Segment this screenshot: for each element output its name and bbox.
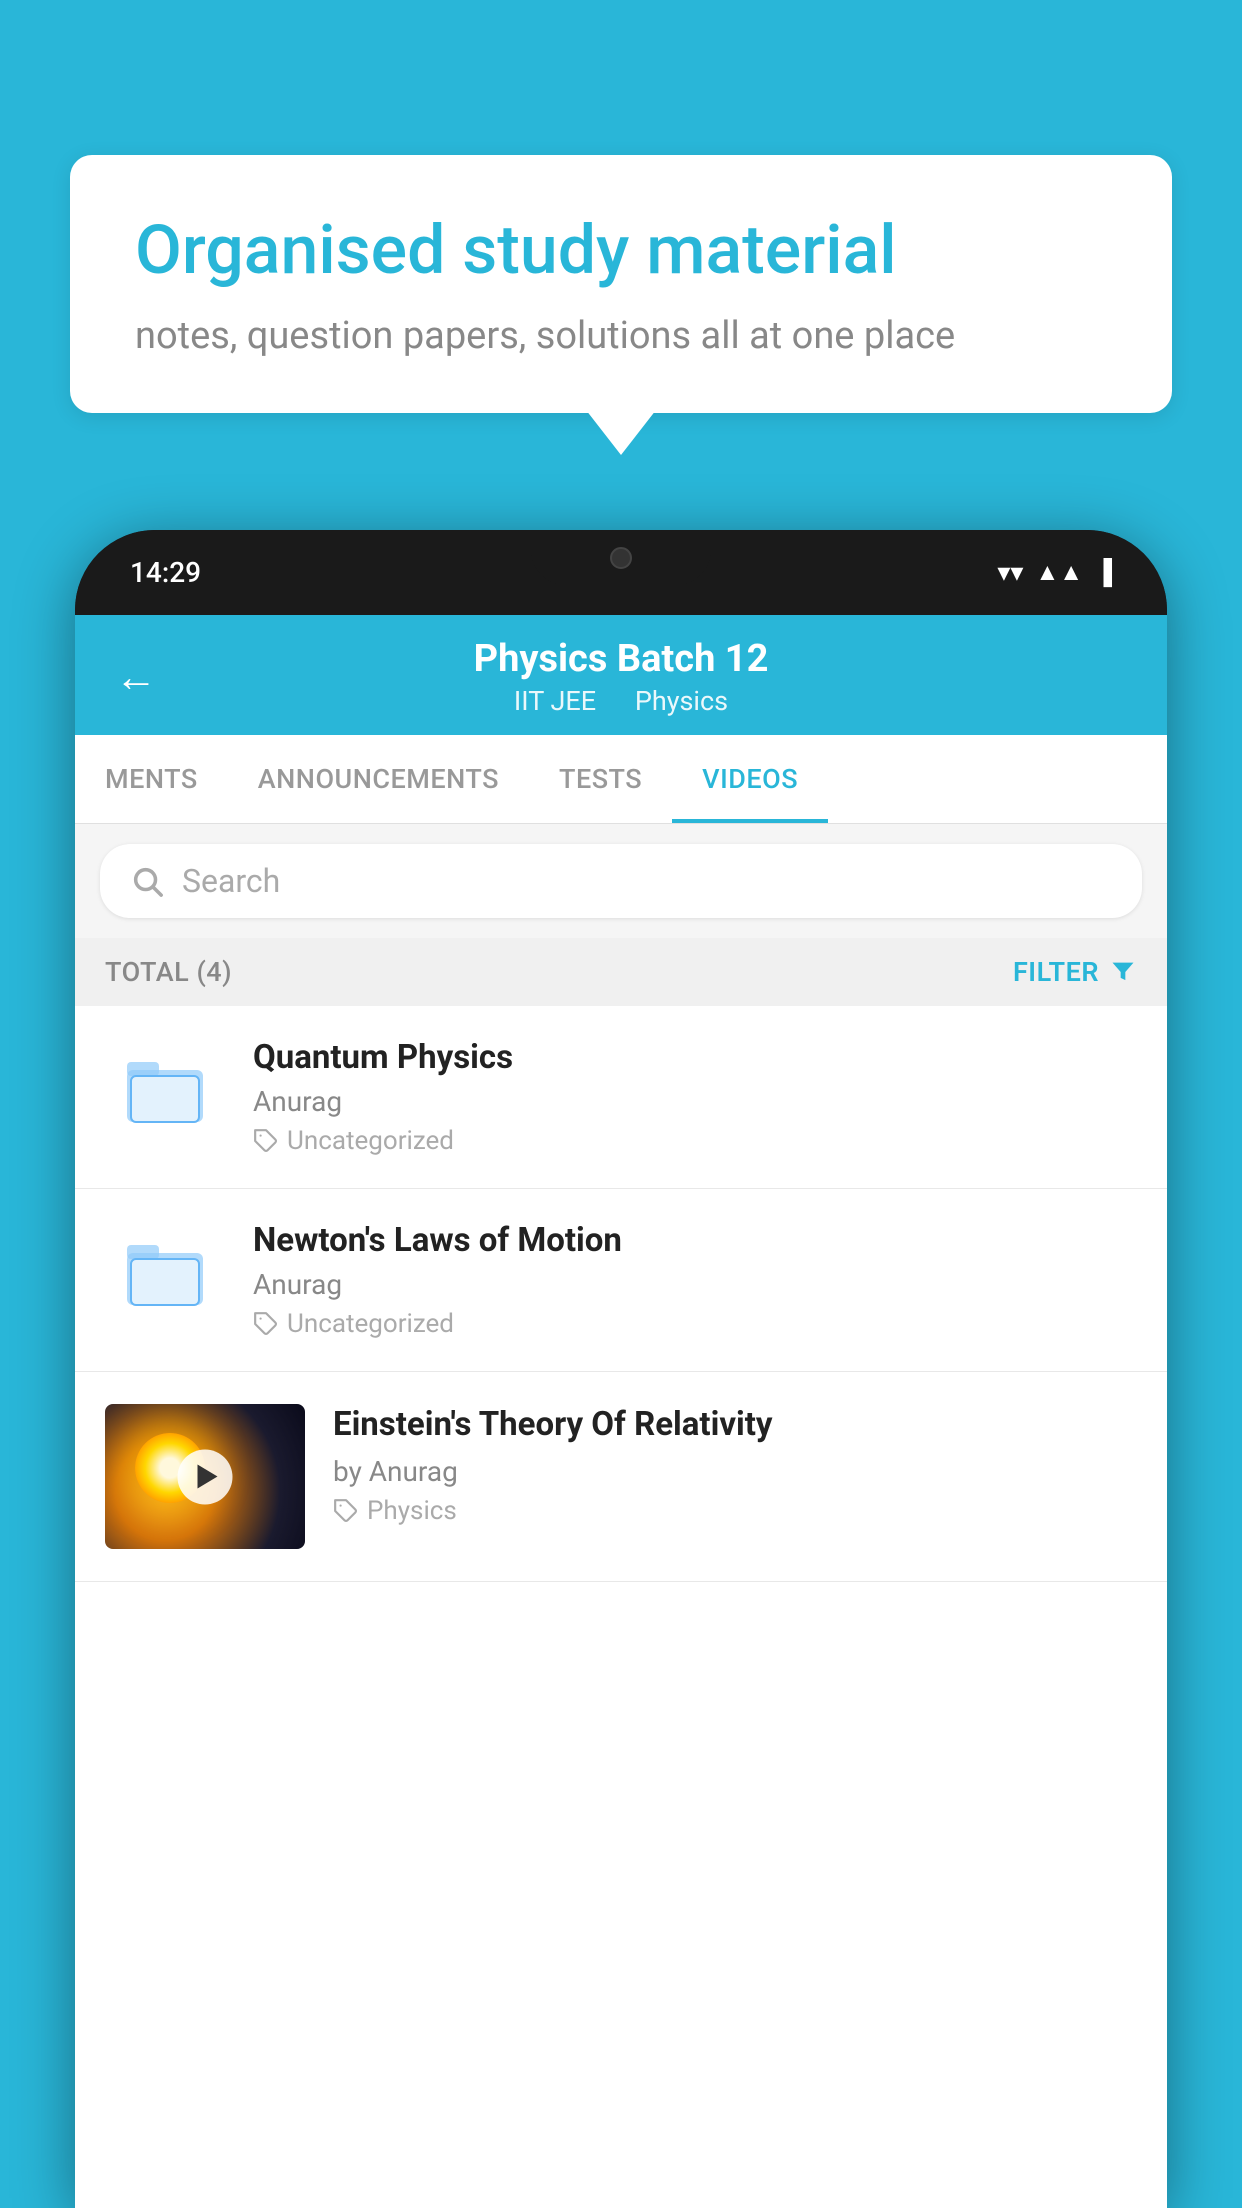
video-title: Einstein's Theory Of Relativity <box>333 1404 1137 1447</box>
video-thumbnail <box>105 1404 305 1549</box>
status-icons: ▾▾ ▲▲ ▐ <box>997 558 1112 588</box>
bubble-title: Organised study material <box>135 210 1107 292</box>
phone-notch <box>531 530 711 585</box>
bubble-subtitle: notes, question papers, solutions all at… <box>135 314 1107 358</box>
tag-icon <box>253 1128 279 1154</box>
tab-ments[interactable]: MENTS <box>75 735 228 823</box>
tab-videos[interactable]: VIDEOS <box>672 735 828 823</box>
video-list: Quantum Physics Anurag Uncategorized <box>75 1006 1167 1582</box>
video-info: Quantum Physics Anurag Uncategorized <box>253 1038 1137 1156</box>
video-tag: Uncategorized <box>253 1309 1137 1339</box>
app-header: ← Physics Batch 12 IIT JEE Physics <box>75 615 1167 735</box>
battery-icon: ▐ <box>1095 558 1112 587</box>
tabs-bar: MENTS ANNOUNCEMENTS TESTS VIDEOS <box>75 735 1167 824</box>
camera-dot <box>610 547 632 569</box>
signal-icon: ▲▲ <box>1035 558 1083 587</box>
speech-bubble: Organised study material notes, question… <box>70 155 1172 413</box>
tag-icon <box>333 1498 359 1524</box>
tag-label: Physics <box>367 1496 457 1526</box>
total-count: TOTAL (4) <box>105 956 232 988</box>
phone-frame: 14:29 ▾▾ ▲▲ ▐ ← Physics Batch 12 IIT JEE… <box>75 530 1167 2208</box>
subtitle-iitjee: IIT JEE <box>514 685 596 717</box>
tab-announcements[interactable]: ANNOUNCEMENTS <box>228 735 529 823</box>
video-tag: Physics <box>333 1496 1137 1526</box>
phone-time: 14:29 <box>130 556 201 589</box>
filter-funnel-icon <box>1109 958 1137 986</box>
video-folder-icon <box>105 1038 225 1138</box>
video-title: Quantum Physics <box>253 1038 1137 1077</box>
video-title: Newton's Laws of Motion <box>253 1221 1137 1260</box>
filter-bar: TOTAL (4) FILTER <box>75 938 1167 1006</box>
subtitle-physics: Physics <box>635 685 728 717</box>
search-container: Search <box>75 824 1167 938</box>
list-item[interactable]: Newton's Laws of Motion Anurag Uncategor… <box>75 1189 1167 1372</box>
wifi-icon: ▾▾ <box>997 558 1023 588</box>
video-author: by Anurag <box>333 1455 1137 1488</box>
video-tag: Uncategorized <box>253 1126 1137 1156</box>
phone-screen: ← Physics Batch 12 IIT JEE Physics MENTS… <box>75 615 1167 2208</box>
video-info: Newton's Laws of Motion Anurag Uncategor… <box>253 1221 1137 1339</box>
header-subtitle: IIT JEE Physics <box>187 685 1055 717</box>
search-placeholder: Search <box>182 862 280 900</box>
video-folder-icon <box>105 1221 225 1321</box>
list-item[interactable]: Einstein's Theory Of Relativity by Anura… <box>75 1372 1167 1582</box>
filter-button[interactable]: FILTER <box>1013 956 1137 988</box>
play-button[interactable] <box>178 1449 233 1504</box>
filter-label: FILTER <box>1013 956 1099 988</box>
tag-icon <box>253 1311 279 1337</box>
play-icon <box>197 1465 217 1489</box>
status-bar: 14:29 ▾▾ ▲▲ ▐ <box>75 530 1167 615</box>
header-title-group: Physics Batch 12 IIT JEE Physics <box>187 637 1055 717</box>
video-author: Anurag <box>253 1268 1137 1301</box>
search-icon <box>130 864 164 898</box>
video-author: Anurag <box>253 1085 1137 1118</box>
video-info: Einstein's Theory Of Relativity by Anura… <box>333 1404 1137 1526</box>
header-title: Physics Batch 12 <box>187 637 1055 681</box>
search-box[interactable]: Search <box>100 844 1142 918</box>
tag-label: Uncategorized <box>287 1309 454 1339</box>
list-item[interactable]: Quantum Physics Anurag Uncategorized <box>75 1006 1167 1189</box>
tag-label: Uncategorized <box>287 1126 454 1156</box>
speech-bubble-container: Organised study material notes, question… <box>70 155 1172 413</box>
tab-tests[interactable]: TESTS <box>529 735 672 823</box>
back-button[interactable]: ← <box>115 653 157 702</box>
